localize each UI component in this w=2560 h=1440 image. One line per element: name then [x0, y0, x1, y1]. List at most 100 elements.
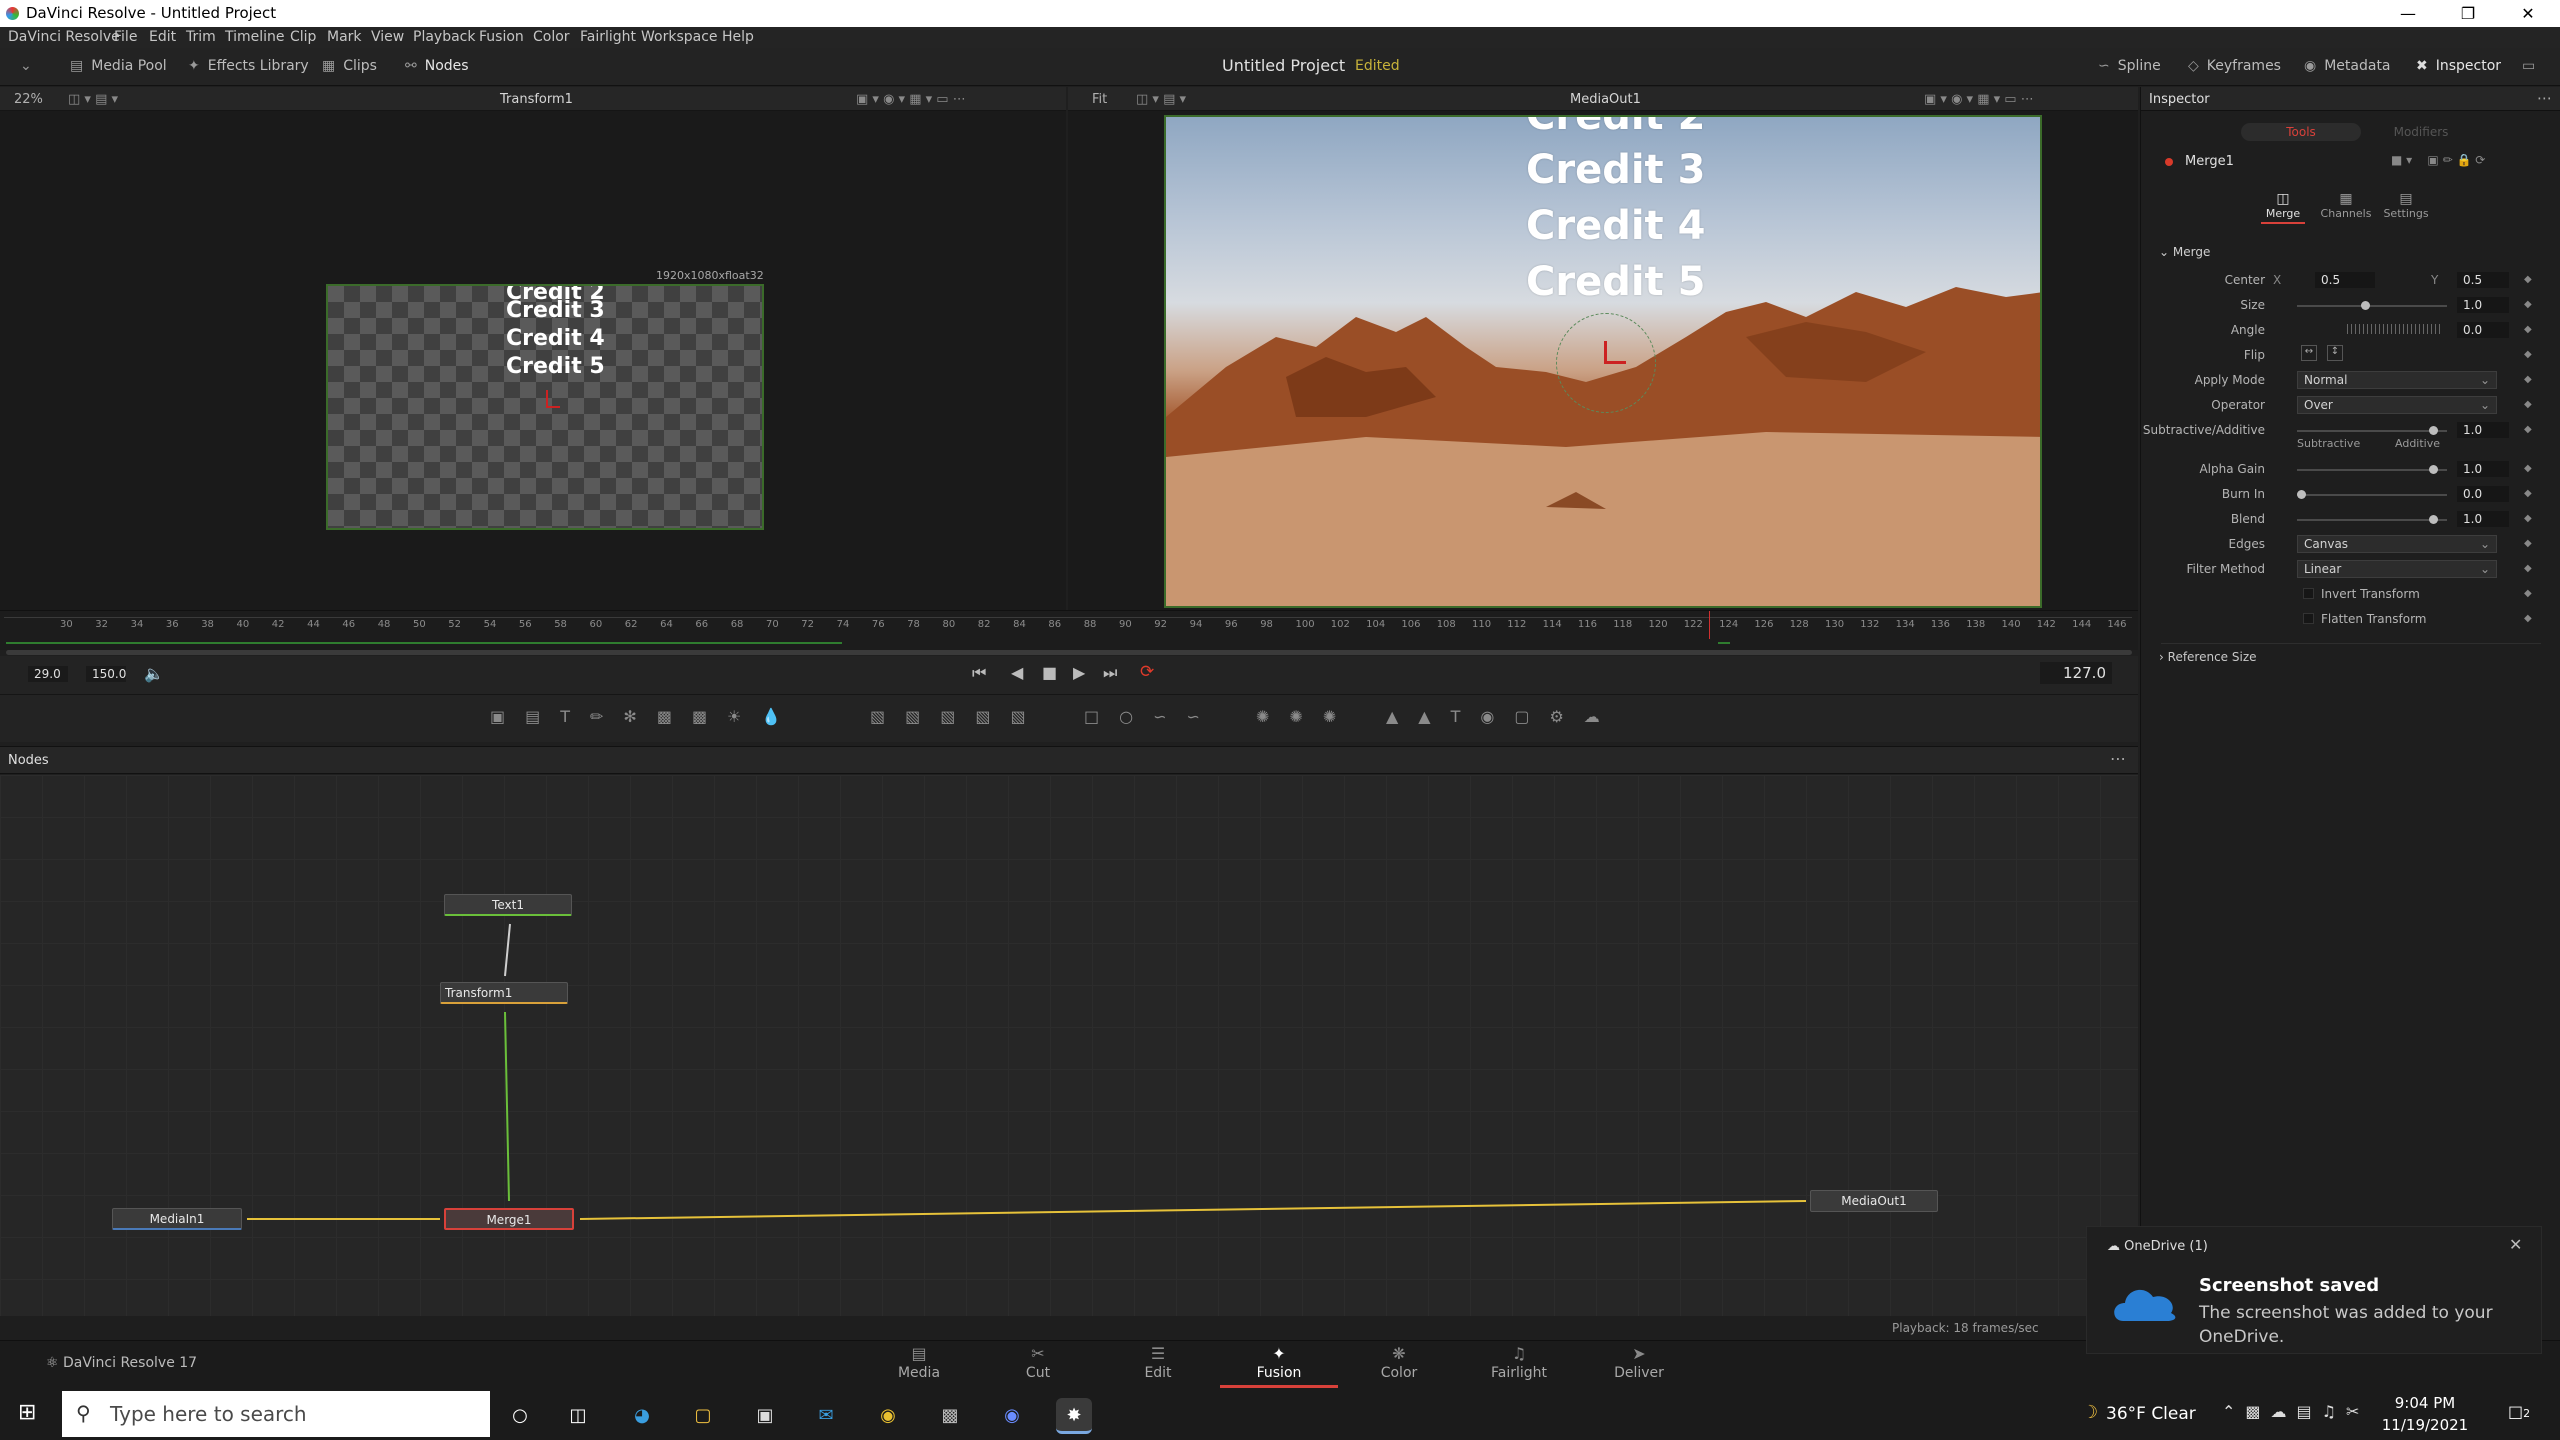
- menu-davinci-resolve[interactable]: DaVinci Resolve: [8, 29, 120, 45]
- center-y-field[interactable]: 0.5: [2457, 272, 2509, 288]
- windows-start-icon[interactable]: ⊞: [18, 1400, 36, 1425]
- stop-icon[interactable]: ■: [1042, 663, 1057, 682]
- page-cut[interactable]: ✂ Cut: [979, 1343, 1097, 1381]
- angle-dial[interactable]: [2347, 324, 2443, 334]
- more-options-icon[interactable]: ⋯: [2537, 89, 2552, 107]
- davinci-resolve-taskbar-icon[interactable]: ✸: [1056, 1398, 1092, 1434]
- page-edit[interactable]: ☰ Edit: [1099, 1343, 1217, 1381]
- tab-modifiers[interactable]: Modifiers: [2371, 125, 2471, 139]
- keyframe-diamond-icon[interactable]: ◆: [2524, 324, 2532, 335]
- page-fairlight[interactable]: ♫ Fairlight: [1460, 1343, 1578, 1381]
- menu-color[interactable]: Color: [533, 29, 570, 45]
- center-x-field[interactable]: 0.5: [2315, 272, 2375, 288]
- 3d-tool-icons[interactable]: ▲▲T◉▢⚙☁: [1386, 707, 1620, 726]
- viewer-options-icon[interactable]: ▣ ▾ ◉ ▾ ▦ ▾ ▭ ⋯: [856, 92, 966, 107]
- page-color[interactable]: ❋ Color: [1340, 1343, 1458, 1381]
- size-field[interactable]: 1.0: [2457, 297, 2509, 313]
- loop-icon[interactable]: ⟳: [1140, 662, 1154, 682]
- viewer-left-zoom[interactable]: 22%: [14, 92, 43, 107]
- menu-help[interactable]: Help: [722, 29, 754, 45]
- subtab-channels[interactable]: ▦ Channels: [2319, 191, 2373, 220]
- alpha-gain-field[interactable]: 1.0: [2457, 461, 2509, 477]
- flatten-transform-checkbox[interactable]: [2303, 613, 2314, 624]
- subadd-slider[interactable]: [2297, 430, 2447, 432]
- nodes-button[interactable]: ⚯ Nodes: [405, 58, 469, 74]
- app-circle-icon[interactable]: ◉: [994, 1398, 1030, 1434]
- play-icon[interactable]: ▶: [1073, 663, 1085, 682]
- page-fusion[interactable]: ✦ Fusion: [1220, 1343, 1338, 1388]
- menu-view[interactable]: View: [371, 29, 404, 45]
- viewer-left-canvas[interactable]: Credit 2 Credit 3 Credit 4 Credit 5: [326, 284, 764, 530]
- node-text1[interactable]: Text1: [444, 894, 572, 916]
- node-editor[interactable]: Text1 Transform1 MediaIn1 Merge1 MediaOu…: [0, 775, 2138, 1316]
- keyframe-diamond-icon[interactable]: ◆: [2524, 374, 2532, 385]
- tool-header-icons[interactable]: ■ ▾ ▣ ✏ 🔒 ⟳: [2391, 153, 2485, 167]
- subadd-slider-knob[interactable]: [2429, 426, 2438, 435]
- menu-mark[interactable]: Mark: [327, 29, 362, 45]
- toolbar-toggle-icon[interactable]: ⌄: [20, 58, 40, 74]
- more-options-icon[interactable]: ⋯: [2110, 749, 2126, 768]
- spline-button[interactable]: ∽ Spline: [2098, 58, 2161, 74]
- file-explorer-icon[interactable]: ▢: [685, 1398, 721, 1434]
- viewer-right-canvas[interactable]: Credit 2 Credit 3 Credit 4 Credit 5: [1164, 115, 2042, 608]
- menu-file[interactable]: File: [114, 29, 137, 45]
- go-to-start-icon[interactable]: ⏮: [972, 663, 986, 683]
- keyframe-diamond-icon[interactable]: ◆: [2524, 349, 2532, 360]
- tool-enable-icon[interactable]: [2165, 158, 2173, 166]
- fullscreen-icon[interactable]: ▭: [2522, 58, 2543, 74]
- blend-field[interactable]: 1.0: [2457, 511, 2509, 527]
- current-time-field[interactable]: 127.0: [2040, 662, 2112, 684]
- playhead[interactable]: [1709, 611, 1710, 639]
- flip-vertical-icon[interactable]: ↕: [2327, 345, 2343, 361]
- effects-library-button[interactable]: ✦ Effects Library: [188, 58, 309, 74]
- media-pool-button[interactable]: ▤ Media Pool: [70, 58, 167, 74]
- keyframe-diamond-icon[interactable]: ◆: [2524, 588, 2532, 599]
- page-deliver[interactable]: ➤ Deliver: [1580, 1343, 1698, 1381]
- onedrive-notification[interactable]: ☁ OneDrive (1) ✕ Screenshot saved The sc…: [2086, 1226, 2542, 1354]
- node-merge1[interactable]: Merge1: [444, 1208, 574, 1230]
- tool-icons-group-2[interactable]: ▧▧▧▧▧: [870, 707, 1046, 726]
- taskbar-search-box[interactable]: ⚲ Type here to search: [62, 1391, 490, 1437]
- clock-time[interactable]: 9:04 PM: [2370, 1394, 2480, 1412]
- menu-fusion[interactable]: Fusion: [479, 29, 524, 45]
- task-view-icon[interactable]: ◫: [560, 1398, 596, 1434]
- page-media[interactable]: ▤ Media: [860, 1343, 978, 1381]
- app-icon[interactable]: ▩: [932, 1398, 968, 1434]
- menu-fairlight[interactable]: Fairlight: [580, 29, 636, 45]
- viewer-layout-icon[interactable]: ◫ ▾ ▤ ▾: [1136, 92, 1186, 107]
- mail-icon[interactable]: ✉: [808, 1398, 844, 1434]
- go-to-end-icon[interactable]: ⏭: [1103, 663, 1117, 683]
- play-reverse-icon[interactable]: ◀: [1011, 663, 1023, 682]
- keyframe-diamond-icon[interactable]: ◆: [2524, 299, 2532, 310]
- invert-transform-checkbox[interactable]: [2303, 588, 2314, 599]
- clock-date[interactable]: 11/19/2021: [2370, 1416, 2480, 1434]
- menu-edit[interactable]: Edit: [149, 29, 176, 45]
- mask-tool-icons[interactable]: □○∽∽: [1084, 707, 1220, 726]
- global-start-field[interactable]: 29.0: [28, 666, 68, 682]
- viewer-layout-icon[interactable]: ◫ ▾ ▤ ▾: [68, 92, 118, 107]
- keyframe-diamond-icon[interactable]: ◆: [2524, 488, 2532, 499]
- edges-select[interactable]: Canvas ⌄: [2297, 535, 2497, 553]
- keyframe-diamond-icon[interactable]: ◆: [2524, 274, 2532, 285]
- flip-horizontal-icon[interactable]: ↔: [2301, 345, 2317, 361]
- store-icon[interactable]: ▣: [747, 1398, 783, 1434]
- tab-tools[interactable]: Tools: [2241, 123, 2361, 141]
- minimize-button[interactable]: —: [2388, 2, 2428, 26]
- keyframe-diamond-icon[interactable]: ◆: [2524, 538, 2532, 549]
- clips-button[interactable]: ▦ Clips: [322, 58, 377, 74]
- operator-select[interactable]: Over ⌄: [2297, 396, 2497, 414]
- global-end-field[interactable]: 150.0: [86, 666, 126, 682]
- alpha-gain-slider[interactable]: [2297, 469, 2447, 471]
- close-icon[interactable]: ✕: [2509, 1235, 2522, 1254]
- subtab-settings[interactable]: ▤ Settings: [2379, 191, 2433, 220]
- system-tray-icons[interactable]: ⌃▩☁▤♫✂: [2222, 1402, 2369, 1421]
- speaker-icon[interactable]: 🔈: [144, 664, 164, 683]
- node-mediaout1[interactable]: MediaOut1: [1810, 1190, 1938, 1212]
- alpha-gain-slider-knob[interactable]: [2429, 465, 2438, 474]
- keyframe-diamond-icon[interactable]: ◆: [2524, 513, 2532, 524]
- chrome-icon[interactable]: ◉: [870, 1398, 906, 1434]
- angle-field[interactable]: 0.0: [2457, 322, 2509, 338]
- weather-text[interactable]: 36°F Clear: [2106, 1404, 2196, 1424]
- apply-mode-select[interactable]: Normal ⌄: [2297, 371, 2497, 389]
- keyframe-diamond-icon[interactable]: ◆: [2524, 613, 2532, 624]
